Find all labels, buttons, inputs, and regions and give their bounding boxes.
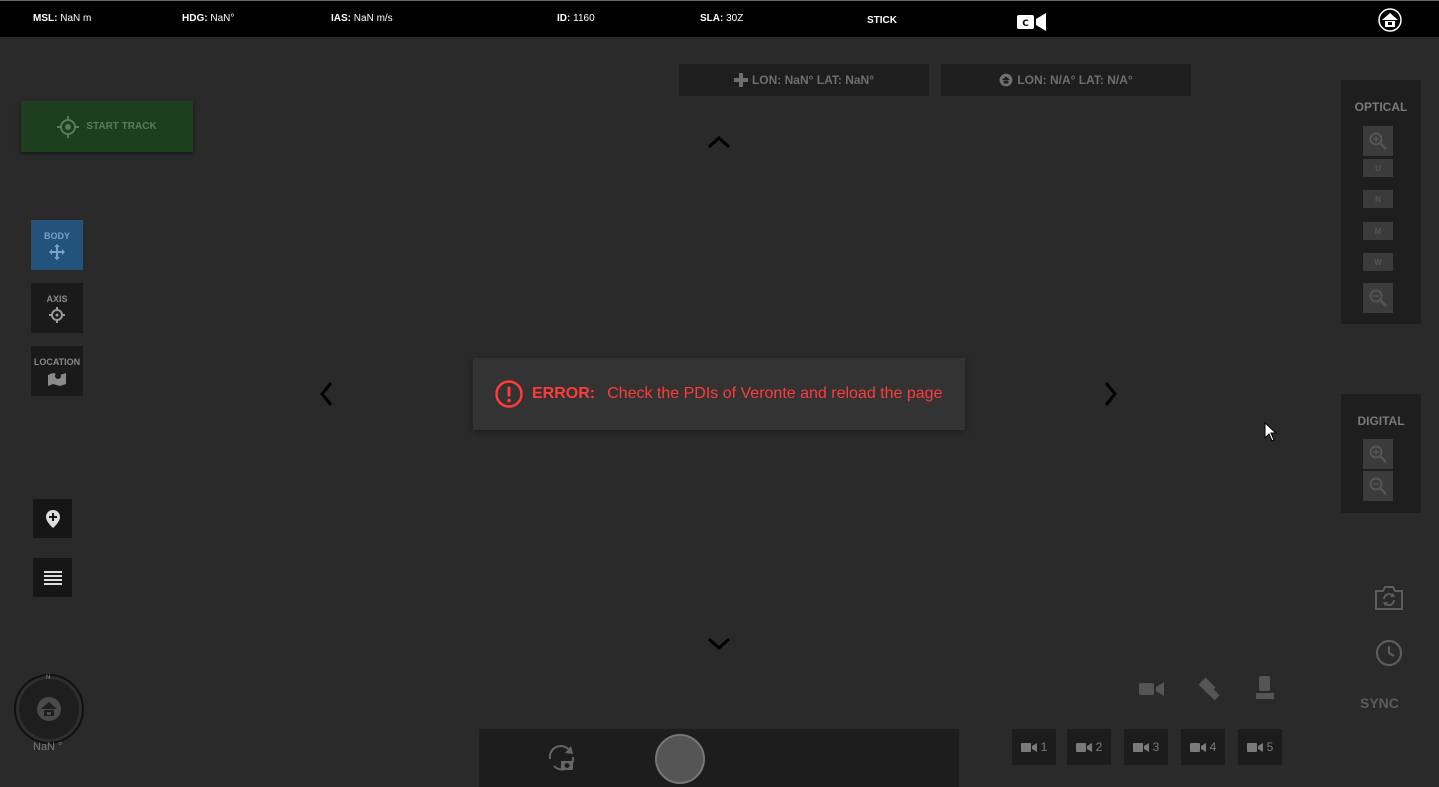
id-label: ID:	[557, 13, 571, 24]
camera-5-button[interactable]: 5	[1238, 729, 1282, 765]
add-waypoint-button[interactable]	[33, 499, 72, 538]
plus-icon	[733, 73, 748, 87]
camera-4-label: 4	[1209, 740, 1217, 754]
sla-label: SLA:	[700, 13, 724, 24]
digital-title: DIGITAL	[1357, 414, 1405, 428]
zoom-in-icon	[1369, 445, 1387, 463]
list-button[interactable]	[33, 558, 72, 597]
pan-right-icon[interactable]	[1104, 381, 1118, 407]
camera-2-button[interactable]: 2	[1067, 729, 1111, 765]
camera-4-button[interactable]: 4	[1181, 729, 1225, 765]
compass-heading-value: NaN °	[33, 741, 63, 753]
camera-5-label: 5	[1266, 740, 1274, 754]
pan-up-icon[interactable]	[707, 135, 731, 149]
list-icon	[43, 570, 62, 585]
error-message: Check the PDIs of Veronte and reload the…	[607, 385, 943, 402]
camera-2-label: 2	[1095, 740, 1103, 754]
move-icon	[49, 243, 65, 260]
start-track-button[interactable]: START TRACK	[21, 101, 193, 152]
video-camera-icon	[1189, 742, 1206, 752]
pan-down-icon[interactable]	[707, 637, 731, 651]
capture-shutter-button[interactable]	[655, 734, 705, 784]
ias-readout: IAS: NaN m/s	[331, 13, 393, 25]
home-logo-icon[interactable]	[1378, 8, 1402, 32]
vehicle-coords-text: LON: N/A° LAT: N/A°	[1017, 73, 1133, 87]
camera-selector-icon[interactable]: C	[1017, 12, 1047, 32]
camera-3-button[interactable]: 3	[1124, 729, 1168, 765]
sync-button[interactable]: SYNC	[1360, 695, 1399, 711]
error-icon	[495, 380, 523, 408]
optical-level-n[interactable]: N	[1363, 190, 1393, 208]
optical-title: OPTICAL	[1354, 100, 1408, 114]
id-readout: ID: 1160	[557, 13, 595, 25]
optical-level-u[interactable]: U	[1363, 159, 1393, 177]
optical-level-m[interactable]: M	[1363, 222, 1393, 240]
msl-readout: MSL: NaN m	[33, 13, 91, 25]
map-location-icon	[48, 372, 66, 386]
camera-3-label: 3	[1152, 740, 1160, 754]
gimbal-icon[interactable]	[1194, 674, 1224, 704]
payload-icon[interactable]	[1255, 676, 1275, 702]
ias-value: NaN m/s	[353, 13, 393, 24]
id-value: 1160	[573, 13, 595, 24]
optical-zoom-panel: OPTICAL U N M W	[1341, 80, 1421, 324]
video-camera-icon	[1132, 742, 1149, 752]
mode-location-label: LOCATION	[33, 356, 81, 367]
camera-sync-icon[interactable]	[1374, 585, 1404, 611]
compass-widget	[14, 674, 84, 744]
ias-label: IAS:	[331, 13, 351, 24]
sla-value: 30Z	[726, 13, 744, 24]
video-camera-icon[interactable]	[1139, 679, 1165, 699]
hdg-value: NaN°	[210, 13, 235, 24]
compass-north-label: N	[46, 675, 51, 681]
msl-value: NaN m	[60, 13, 92, 24]
msl-label: MSL:	[33, 13, 58, 24]
mode-axis-button[interactable]: AXIS	[31, 283, 83, 333]
top-status-bar: MSL: NaN m HDG: NaN° IAS: NaN m/s ID: 11…	[0, 0, 1439, 37]
target-icon	[57, 115, 80, 138]
add-marker-icon	[45, 509, 60, 528]
optical-level-w[interactable]: W	[1363, 253, 1393, 271]
optical-zoom-in-button[interactable]	[1363, 126, 1393, 156]
mode-body-label: BODY	[43, 230, 70, 241]
error-label: ERROR:	[532, 385, 596, 402]
mouse-cursor-icon	[1264, 422, 1278, 442]
camera-letter: C	[1022, 19, 1029, 29]
digital-zoom-panel: DIGITAL	[1341, 394, 1421, 513]
zoom-out-icon	[1369, 477, 1387, 495]
vehicle-coordinates: LON: N/A° LAT: N/A°	[941, 64, 1191, 96]
vehicle-icon	[999, 73, 1013, 87]
camera-1-button[interactable]: 1	[1012, 729, 1056, 765]
mode-body-button[interactable]: BODY	[31, 220, 83, 270]
pan-left-icon[interactable]	[319, 381, 333, 407]
video-camera-icon	[1075, 742, 1092, 752]
digital-zoom-out-button[interactable]	[1363, 471, 1393, 501]
control-mode[interactable]: STICK	[867, 15, 897, 26]
target-coordinates: LON: NaN° LAT: NaN°	[679, 64, 929, 96]
video-camera-icon	[1246, 742, 1263, 752]
video-camera-icon	[1020, 742, 1037, 752]
zoom-out-icon	[1369, 289, 1387, 307]
clock-icon[interactable]	[1375, 639, 1403, 667]
zoom-in-icon	[1369, 132, 1387, 150]
error-dialog: ERROR: Check the PDIs of Veronte and rel…	[473, 358, 965, 430]
vehicle-heading-icon	[37, 697, 61, 721]
hdg-label: HDG:	[182, 13, 208, 24]
target-coords-text: LON: NaN° LAT: NaN°	[751, 73, 875, 87]
camera-1-label: 1	[1040, 740, 1048, 754]
sla-readout: SLA: 30Z	[700, 13, 743, 25]
crosshair-icon	[49, 306, 65, 323]
mode-axis-label: AXIS	[46, 293, 68, 304]
digital-zoom-in-button[interactable]	[1363, 439, 1393, 469]
optical-zoom-out-button[interactable]	[1363, 283, 1393, 313]
mode-location-button[interactable]: LOCATION	[31, 346, 83, 396]
hdg-readout: HDG: NaN°	[182, 13, 234, 25]
start-track-label: START TRACK	[86, 121, 157, 132]
camera-rotate-icon[interactable]	[546, 743, 578, 773]
